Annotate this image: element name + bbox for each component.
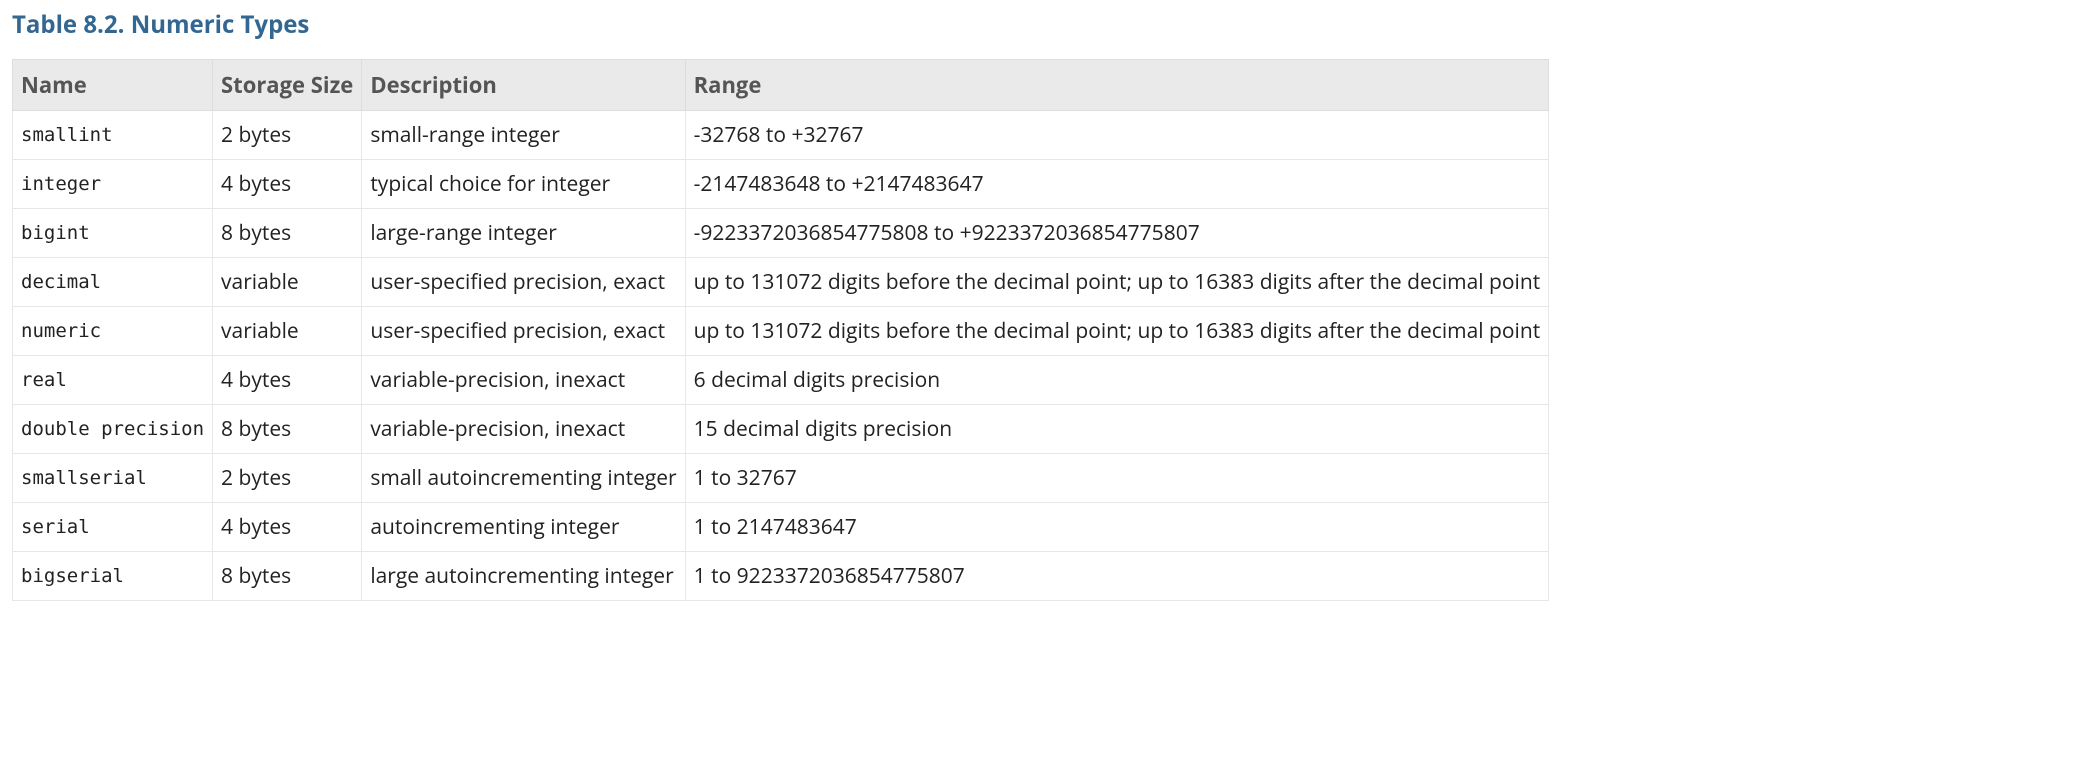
cell-description: user-specified precision, exact — [362, 307, 685, 356]
numeric-types-table: Name Storage Size Description Range smal… — [12, 59, 1549, 601]
table-row: numeric variable user-specified precisio… — [13, 307, 1549, 356]
cell-storage: variable — [213, 258, 362, 307]
cell-range: -9223372036854775808 to +922337203685477… — [685, 209, 1549, 258]
cell-storage: 8 bytes — [213, 552, 362, 601]
cell-description: large autoincrementing integer — [362, 552, 685, 601]
cell-storage: 2 bytes — [213, 111, 362, 160]
cell-range: 6 decimal digits precision — [685, 356, 1549, 405]
cell-storage: 4 bytes — [213, 160, 362, 209]
table-row: bigserial 8 bytes large autoincrementing… — [13, 552, 1549, 601]
cell-range: 1 to 32767 — [685, 454, 1549, 503]
cell-storage: 4 bytes — [213, 356, 362, 405]
cell-storage: variable — [213, 307, 362, 356]
col-range: Range — [685, 60, 1549, 111]
cell-name: smallserial — [13, 454, 213, 503]
table-title: Table 8.2. Numeric Types — [12, 8, 2064, 41]
col-description: Description — [362, 60, 685, 111]
cell-storage: 8 bytes — [213, 209, 362, 258]
cell-range: 1 to 2147483647 — [685, 503, 1549, 552]
cell-name: integer — [13, 160, 213, 209]
table-row: smallint 2 bytes small-range integer -32… — [13, 111, 1549, 160]
table-row: decimal variable user-specified precisio… — [13, 258, 1549, 307]
cell-name: bigint — [13, 209, 213, 258]
cell-description: small-range integer — [362, 111, 685, 160]
cell-description: user-specified precision, exact — [362, 258, 685, 307]
table-row: real 4 bytes variable-precision, inexact… — [13, 356, 1549, 405]
cell-range: -32768 to +32767 — [685, 111, 1549, 160]
cell-range: 15 decimal digits precision — [685, 405, 1549, 454]
cell-range: up to 131072 digits before the decimal p… — [685, 307, 1549, 356]
table-row: serial 4 bytes autoincrementing integer … — [13, 503, 1549, 552]
col-name: Name — [13, 60, 213, 111]
cell-description: autoincrementing integer — [362, 503, 685, 552]
cell-range: up to 131072 digits before the decimal p… — [685, 258, 1549, 307]
cell-storage: 8 bytes — [213, 405, 362, 454]
table-row: bigint 8 bytes large-range integer -9223… — [13, 209, 1549, 258]
col-storage: Storage Size — [213, 60, 362, 111]
table-row: double precision 8 bytes variable-precis… — [13, 405, 1549, 454]
cell-description: large-range integer — [362, 209, 685, 258]
cell-description: typical choice for integer — [362, 160, 685, 209]
table-header-row: Name Storage Size Description Range — [13, 60, 1549, 111]
table-row: smallserial 2 bytes small autoincrementi… — [13, 454, 1549, 503]
cell-name: smallint — [13, 111, 213, 160]
cell-name: bigserial — [13, 552, 213, 601]
cell-name: decimal — [13, 258, 213, 307]
cell-name: double precision — [13, 405, 213, 454]
cell-range: -2147483648 to +2147483647 — [685, 160, 1549, 209]
cell-range: 1 to 9223372036854775807 — [685, 552, 1549, 601]
cell-name: real — [13, 356, 213, 405]
cell-name: numeric — [13, 307, 213, 356]
cell-storage: 4 bytes — [213, 503, 362, 552]
cell-name: serial — [13, 503, 213, 552]
cell-description: small autoincrementing integer — [362, 454, 685, 503]
table-row: integer 4 bytes typical choice for integ… — [13, 160, 1549, 209]
cell-description: variable-precision, inexact — [362, 356, 685, 405]
cell-storage: 2 bytes — [213, 454, 362, 503]
cell-description: variable-precision, inexact — [362, 405, 685, 454]
